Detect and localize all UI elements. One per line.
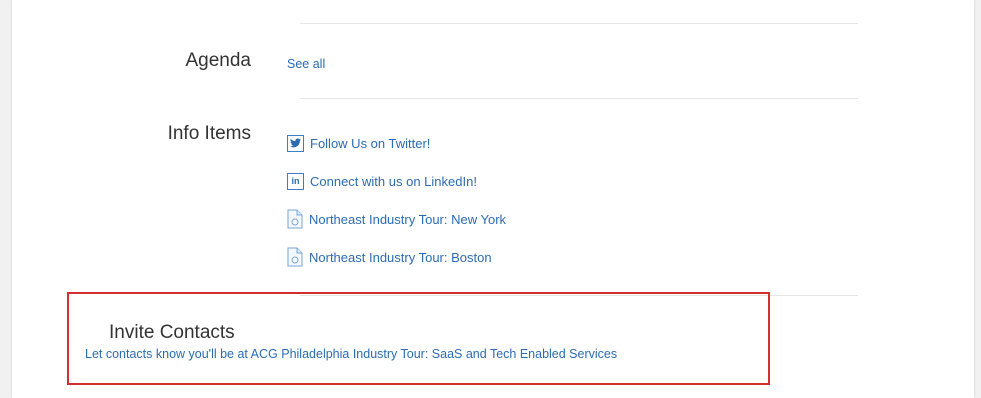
info-item-label: Northeast Industry Tour: New York bbox=[309, 211, 507, 227]
info-item-new-york[interactable]: Northeast Industry Tour: New York bbox=[287, 208, 506, 230]
linkedin-icon: in bbox=[287, 172, 304, 190]
info-item-twitter[interactable]: Follow Us on Twitter! bbox=[287, 132, 430, 154]
agenda-divider bbox=[300, 98, 858, 99]
info-item-label: Northeast Industry Tour: Boston bbox=[309, 249, 492, 265]
invite-contacts-link[interactable]: Let contacts know you'll be at ACG Phila… bbox=[85, 347, 617, 361]
twitter-icon bbox=[287, 134, 304, 152]
document-icon bbox=[287, 247, 303, 267]
document-icon bbox=[287, 209, 303, 229]
info-item-label: Follow Us on Twitter! bbox=[310, 135, 431, 151]
info-item-linkedin[interactable]: in Connect with us on LinkedIn! bbox=[287, 170, 477, 192]
info-item-boston[interactable]: Northeast Industry Tour: Boston bbox=[287, 246, 492, 268]
agenda-label: Agenda bbox=[185, 50, 251, 71]
info-item-label: Connect with us on LinkedIn! bbox=[310, 173, 477, 189]
top-divider bbox=[300, 23, 858, 24]
info-items-label: Info Items bbox=[167, 123, 251, 144]
invite-contacts-title: Invite Contacts bbox=[109, 322, 235, 343]
agenda-see-all-link[interactable]: See all bbox=[287, 57, 325, 71]
